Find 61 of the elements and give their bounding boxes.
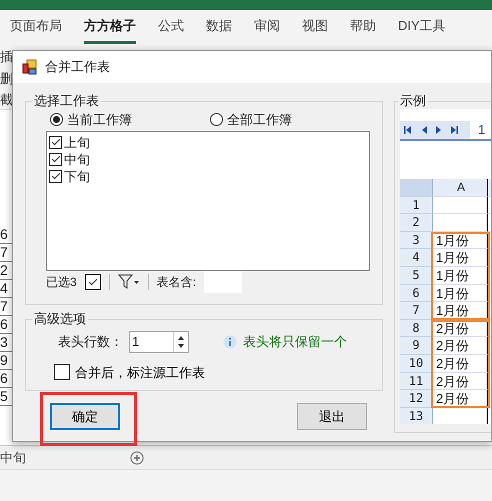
table-cell: 1月份 (433, 284, 487, 302)
sheet-name[interactable]: 上旬 (64, 134, 90, 150)
radio-button[interactable] (50, 113, 63, 126)
row-header: 9 (400, 337, 433, 355)
row-header: 4 (400, 249, 433, 267)
corner-cell[interactable] (400, 179, 433, 197)
toolbar-label[interactable]: 删 (0, 70, 12, 88)
table-cell (433, 214, 487, 232)
ribbon-tab[interactable]: 数据 (206, 16, 232, 44)
ribbon-tab[interactable]: 帮助 (350, 16, 376, 44)
radio-label[interactable]: 全部工作簿 (227, 110, 292, 130)
table-cell: 1月份 (433, 266, 487, 285)
hint-text: 表头将只保留一个 (243, 333, 347, 352)
row-header: 13 (400, 408, 433, 424)
filter-icon[interactable] (118, 274, 140, 290)
ribbon-tab[interactable]: 视图 (302, 16, 328, 44)
header-rows-spinner[interactable]: 1 (129, 331, 189, 353)
group-title: 选择工作表 (33, 93, 100, 109)
table-cell: 1月份 (433, 232, 487, 250)
group-title: 示例 (399, 93, 427, 109)
selected-count: 已选3 (46, 274, 77, 290)
row-header: 2 (400, 214, 433, 232)
table-cell: 2月份 (433, 354, 487, 373)
filter-field[interactable] (204, 270, 242, 292)
ribbon-tab[interactable]: 审阅 (254, 16, 280, 44)
app-icon (22, 59, 38, 75)
row-header: 12 (400, 390, 433, 408)
dialog-title: 合并工作表 (45, 58, 110, 76)
checkbox-label[interactable]: 合并后，标注源工作表 (75, 364, 205, 380)
sheet-name[interactable]: 下旬 (64, 168, 90, 184)
row-header: 7 (400, 302, 433, 320)
sheet-navigation-icon (400, 121, 470, 139)
group-title: 高级选项 (33, 311, 87, 327)
row-header: 1 (400, 196, 433, 214)
checkbox[interactable] (49, 170, 62, 182)
select-all-checkbox[interactable] (84, 274, 101, 290)
ribbon-tab[interactable]: 公式 (158, 16, 184, 44)
header-rows-label: 表头行数： (58, 333, 123, 352)
table-cell (433, 196, 487, 214)
radio-label[interactable]: 当前工作簿 (67, 110, 132, 130)
table-cell: 1月份 (433, 302, 487, 320)
dialog-button[interactable]: 确定 (50, 403, 120, 430)
dialog-button[interactable]: 退出 (297, 403, 367, 430)
sheet-name[interactable]: 中旬 (64, 150, 90, 168)
table-cell: 2月份 (433, 390, 487, 408)
checkbox[interactable] (54, 364, 70, 380)
sheet-tab[interactable]: 中旬 (0, 448, 30, 468)
checkbox[interactable] (49, 136, 62, 148)
ribbon-tab[interactable]: DIY工具 (398, 16, 446, 44)
table-cell: 2月份 (433, 337, 487, 355)
add-sheet-icon[interactable] (130, 450, 144, 464)
ribbon-tab[interactable]: 页面布局 (10, 16, 62, 44)
info-icon (223, 335, 237, 349)
table-cell: 2月份 (433, 320, 487, 338)
table-cell: 1月份 (433, 249, 487, 267)
sheet-name: 1 (477, 120, 486, 138)
filter-label: 表名含: (156, 274, 196, 290)
radio-button[interactable] (210, 113, 223, 126)
column-header: A (433, 179, 487, 197)
checkbox[interactable] (49, 152, 62, 166)
table-cell: 2月份 (433, 372, 487, 390)
